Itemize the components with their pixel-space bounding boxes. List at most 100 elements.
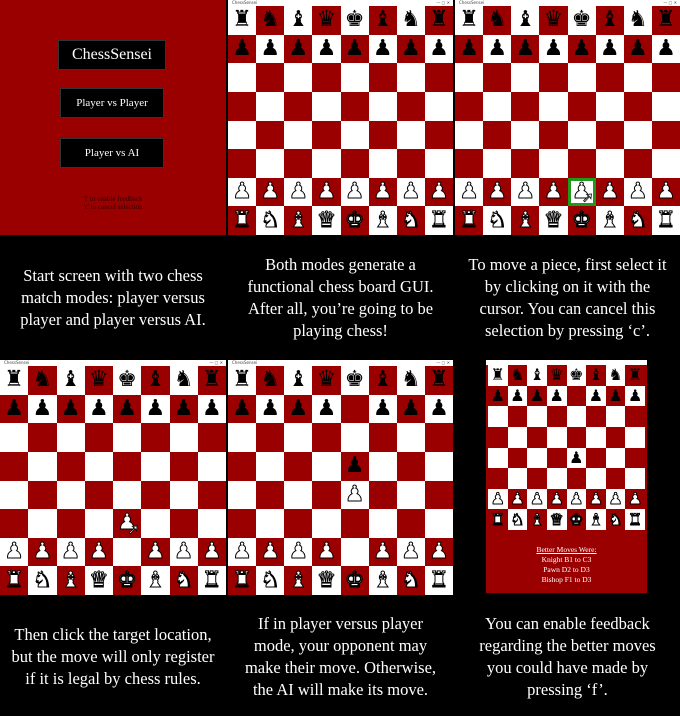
black-pawn-icon[interactable]: ♟ [146, 397, 166, 420]
board-square[interactable]: ♝ [511, 206, 540, 235]
board-square[interactable]: ♟ ➚ [567, 177, 596, 207]
white-pawn-icon[interactable]: ♟ [515, 180, 536, 203]
board-square[interactable] [396, 149, 425, 178]
board-square[interactable] [228, 480, 257, 510]
white-bishop-icon[interactable]: ♝ [588, 511, 603, 528]
white-pawn-icon[interactable]: ♟ [344, 483, 365, 506]
white-king-icon[interactable]: ♚ [571, 209, 592, 232]
board-square[interactable]: ♟ [368, 537, 397, 567]
black-knight-icon[interactable]: ♞ [628, 9, 648, 31]
board-square[interactable] [284, 63, 313, 92]
board-square[interactable]: ♝ [284, 366, 313, 395]
black-pawn-icon[interactable]: ♟ [260, 37, 280, 60]
board-square[interactable] [396, 451, 425, 481]
board-square[interactable] [256, 423, 285, 452]
black-bishop-icon[interactable]: ♝ [589, 367, 603, 383]
white-pawn-icon[interactable]: ♟ [32, 540, 53, 563]
white-knight-icon[interactable]: ♞ [32, 569, 53, 592]
board-square[interactable]: ♞ [256, 206, 285, 235]
board-square[interactable] [284, 149, 313, 178]
board-square[interactable] [424, 149, 453, 178]
board-square[interactable]: ♟ [507, 488, 528, 510]
board-square[interactable]: ♟ [455, 177, 484, 207]
board-square[interactable] [623, 63, 652, 92]
white-knight-icon[interactable]: ♞ [627, 209, 648, 232]
board-square[interactable] [256, 509, 285, 538]
board-square[interactable] [567, 120, 596, 150]
board-square[interactable]: ♟ [368, 394, 397, 424]
board-square[interactable]: ♜ [197, 566, 226, 595]
board-square[interactable]: ♟ [312, 34, 341, 64]
board-square[interactable]: ♚ [340, 566, 369, 595]
board-square[interactable]: ♟ [595, 177, 624, 207]
board-square[interactable]: ♟ [84, 394, 113, 424]
board-square[interactable] [507, 447, 528, 469]
board-square[interactable] [28, 451, 57, 481]
board-square[interactable] [567, 149, 596, 178]
white-queen-icon[interactable]: ♛ [89, 569, 110, 592]
board-square[interactable] [113, 480, 142, 510]
black-pawn-icon[interactable]: ♟ [117, 397, 137, 420]
board-square[interactable] [483, 149, 512, 178]
board-square[interactable] [141, 423, 170, 452]
board-square[interactable]: ♝ [284, 206, 313, 235]
black-bishop-icon[interactable]: ♝ [515, 9, 535, 31]
board-square[interactable] [455, 63, 484, 92]
board-square[interactable]: ♟ [605, 488, 626, 510]
board-square[interactable]: ♝ [595, 206, 624, 235]
black-pawn-icon[interactable]: ♟ [4, 397, 24, 420]
board-square[interactable] [141, 451, 170, 481]
board-square[interactable]: ♚ [567, 206, 596, 235]
black-pawn-icon[interactable]: ♟ [345, 455, 365, 477]
board-square[interactable]: ♛ [312, 206, 341, 235]
black-pawn-icon[interactable]: ♟ [491, 387, 505, 404]
board-square[interactable] [113, 537, 142, 567]
board-square[interactable] [312, 480, 341, 510]
black-pawn-icon[interactable]: ♟ [628, 37, 648, 60]
board-square[interactable]: ♞ [396, 366, 425, 395]
board-square[interactable]: ♝ [586, 509, 606, 530]
board-square[interactable]: ♛ [312, 6, 341, 35]
black-rook-icon[interactable]: ♜ [429, 9, 449, 31]
board-square[interactable] [488, 406, 508, 427]
board-square[interactable] [424, 63, 453, 92]
board-square[interactable]: ♝ [595, 6, 624, 35]
board-square[interactable] [0, 423, 29, 452]
board-square[interactable] [527, 468, 547, 489]
board-square[interactable] [623, 149, 652, 178]
board-square[interactable]: ♟ [340, 177, 369, 207]
board-square[interactable] [256, 120, 285, 150]
board-square[interactable]: ♞ [256, 366, 285, 395]
black-pawn-icon[interactable]: ♟ [530, 387, 544, 404]
board-square[interactable]: ♜ [625, 365, 645, 386]
white-pawn-icon[interactable]: ♟ [60, 540, 81, 563]
black-bishop-icon[interactable]: ♝ [61, 369, 81, 391]
black-pawn-icon[interactable]: ♟ [544, 37, 564, 60]
black-rook-icon[interactable]: ♜ [4, 369, 24, 391]
black-pawn-icon[interactable]: ♟ [373, 37, 393, 60]
white-pawn-icon[interactable]: ♟ [316, 540, 337, 563]
board-square[interactable]: ♚ [566, 365, 587, 386]
white-pawn-icon[interactable]: ♟ [89, 540, 110, 563]
board-square[interactable] [197, 451, 226, 481]
board-square[interactable] [507, 406, 528, 427]
black-bishop-icon[interactable]: ♝ [146, 369, 166, 391]
board-square[interactable]: ♝ [56, 366, 85, 395]
board-square[interactable]: ♟ [623, 34, 652, 64]
board-square[interactable]: ♛ [312, 566, 341, 595]
board-square[interactable]: ♟ [424, 34, 453, 64]
player-vs-ai-button[interactable]: Player vs AI [60, 138, 164, 168]
white-bishop-icon[interactable]: ♝ [372, 209, 393, 232]
white-queen-icon[interactable]: ♛ [549, 511, 564, 528]
board-square[interactable]: ♚ [340, 206, 369, 235]
board-square[interactable] [605, 447, 626, 469]
board-square[interactable] [586, 426, 606, 448]
black-rook-icon[interactable]: ♜ [202, 369, 222, 391]
board-square[interactable]: ♜ [625, 509, 645, 530]
board-square[interactable]: ♟ [56, 394, 85, 424]
board-square[interactable] [113, 451, 142, 481]
board-square[interactable]: ♜ [228, 206, 257, 235]
board-square[interactable] [228, 63, 257, 92]
board-square[interactable] [312, 451, 341, 481]
board-square[interactable] [396, 120, 425, 150]
